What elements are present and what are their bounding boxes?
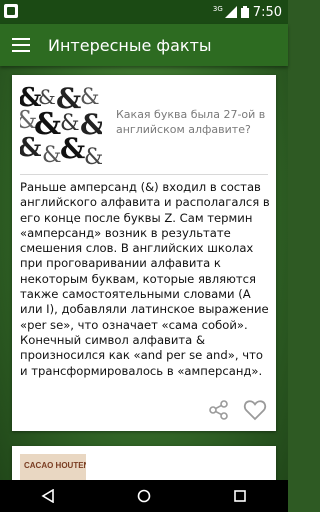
battery-icon — [240, 6, 249, 18]
divider — [20, 174, 268, 175]
status-time: 7:50 — [252, 4, 282, 20]
home-icon — [137, 489, 151, 503]
share-button[interactable] — [206, 397, 232, 423]
fact-card[interactable]: & & & & & & & & & & & & Какая буква была… — [12, 75, 276, 431]
recents-icon — [234, 490, 246, 502]
svg-text:&: & — [42, 143, 62, 166]
status-bar: 3G 7:50 — [0, 0, 288, 24]
app-notification-icon — [4, 4, 18, 18]
menu-icon — [12, 38, 30, 52]
share-icon — [209, 400, 228, 420]
menu-button[interactable] — [10, 34, 32, 56]
svg-text:&: & — [20, 133, 41, 163]
ampersand-image: & & & & & & & & & & & & — [20, 84, 102, 166]
network-type: 3G — [212, 4, 223, 13]
page-title: Интересные факты — [48, 36, 212, 55]
back-button[interactable] — [28, 480, 68, 512]
system-nav-bar — [0, 480, 288, 512]
app-toolbar: Интересные факты — [0, 24, 288, 66]
cacao-label: CACAO HOUTEN — [24, 461, 86, 470]
svg-text:&: & — [38, 85, 56, 109]
signal-icon — [224, 6, 237, 18]
fact-question: Какая буква была 27-ой в английском алфа… — [116, 108, 266, 136]
fact-body: Раньше амперсанд (&) входил в состав анг… — [20, 180, 270, 378]
recents-button[interactable] — [220, 480, 260, 512]
heart-outline-icon — [243, 400, 267, 421]
svg-text:&: & — [80, 85, 100, 110]
home-button[interactable] — [124, 480, 164, 512]
favorite-button[interactable] — [242, 397, 268, 423]
back-icon — [41, 489, 54, 503]
svg-text:&: & — [60, 132, 85, 165]
svg-text:&: & — [84, 145, 102, 166]
card-actions — [206, 397, 268, 423]
